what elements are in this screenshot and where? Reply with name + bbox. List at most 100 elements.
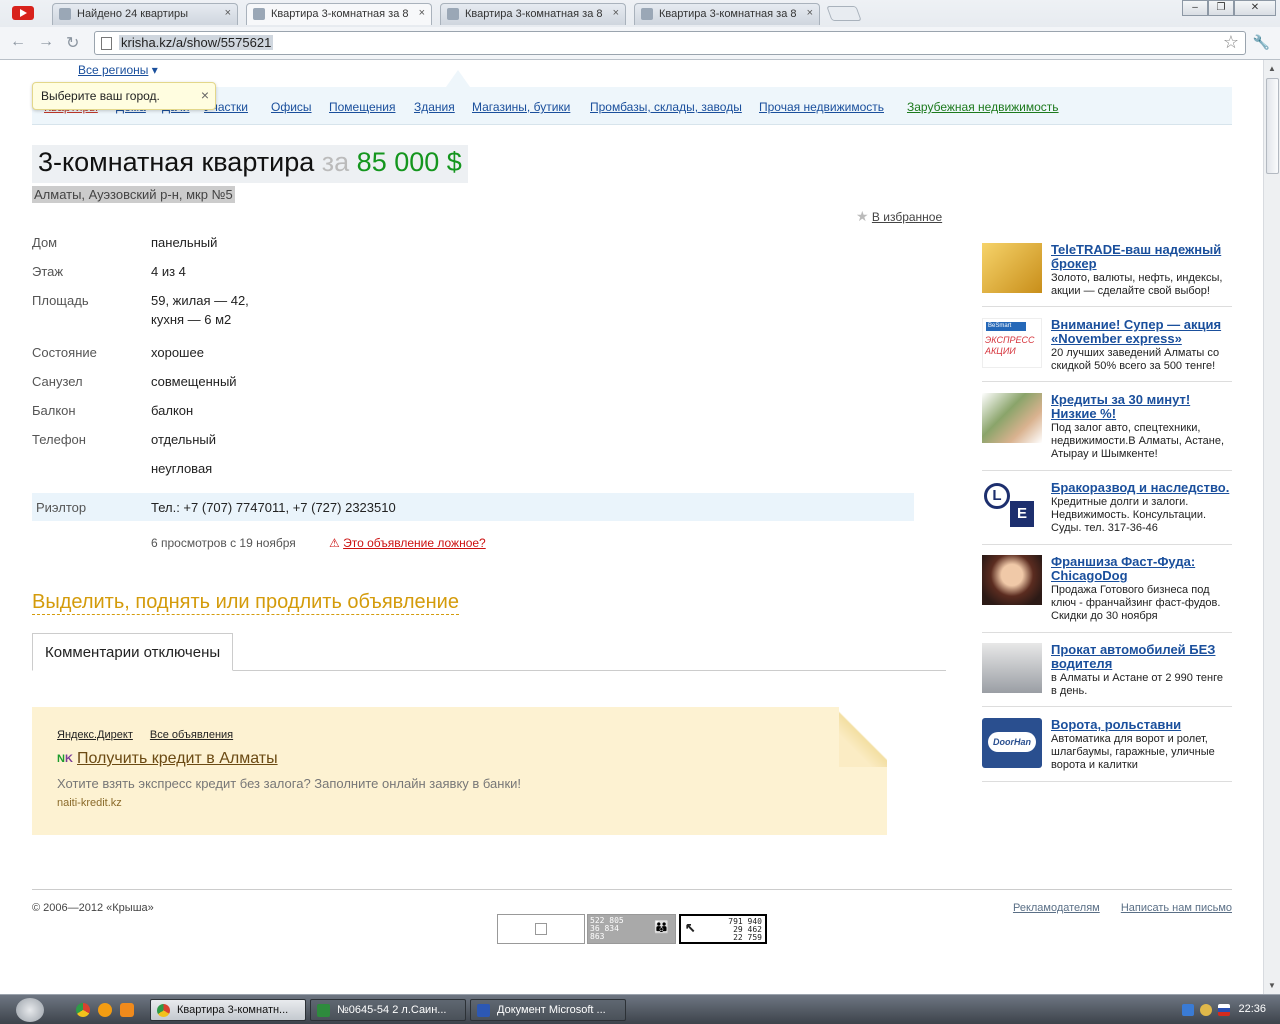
- city-tooltip: Выберите ваш город. ×: [32, 82, 216, 110]
- ad-item[interactable]: Прокат автомобилей БЕЗ водителя в Алматы…: [982, 643, 1232, 707]
- maximize-button[interactable]: ❐: [1208, 0, 1234, 16]
- prop-value-bathroom: совмещенный: [151, 374, 237, 389]
- money-hand-icon: [982, 393, 1042, 443]
- prop-value-condition: хорошее: [151, 345, 204, 360]
- mail-icon[interactable]: [98, 1003, 112, 1017]
- all-regions-link[interactable]: Все регионы: [78, 63, 148, 77]
- direct-ad-title[interactable]: Получить кредит в Алматы: [77, 750, 278, 768]
- network-icon[interactable]: [1182, 1004, 1194, 1016]
- start-button[interactable]: [16, 998, 44, 1022]
- nav-item-offices[interactable]: Офисы: [271, 100, 312, 114]
- copyright: © 2006—2012 «Крыша»: [32, 902, 154, 914]
- vertical-scrollbar[interactable]: ▲ ▼: [1263, 60, 1280, 994]
- ad-item[interactable]: Франшиза Фаст-Фуда: ChicagoDog Продажа Г…: [982, 555, 1232, 633]
- prop-label-bathroom: Санузел: [32, 374, 83, 389]
- forward-icon[interactable]: →: [38, 33, 54, 51]
- nav-item-premises[interactable]: Помещения: [329, 100, 395, 114]
- ad-item[interactable]: L E Бракоразвод и наследство. Кредитные …: [982, 481, 1232, 545]
- favorites-link[interactable]: В избранное: [872, 210, 942, 224]
- browser-tab-1[interactable]: Найдено 24 квартиры ×: [52, 3, 238, 25]
- document-icon: [477, 1004, 490, 1017]
- browser-tab-2[interactable]: Квартира 3-комнатная за 8 ×: [246, 3, 432, 25]
- yandex-direct-block: Яндекс.Директ Все объявления NK Получить…: [32, 707, 887, 835]
- nk-logo-icon: NK: [57, 753, 73, 765]
- promote-listing-link[interactable]: Выделить, поднять или продлить объявлени…: [32, 591, 459, 615]
- bookmark-star-icon[interactable]: ☆: [1223, 32, 1239, 53]
- close-icon[interactable]: ×: [613, 7, 619, 19]
- ad-item[interactable]: BeSmart ЭКСПРЕСС АКЦИИ Внимание! Супер —…: [982, 318, 1232, 382]
- address-bar[interactable]: krisha.kz/a/show/5575621 ☆: [94, 31, 1246, 55]
- house-icon: [447, 8, 459, 20]
- write-us-link[interactable]: Написать нам письмо: [1121, 902, 1232, 914]
- nav-pointer: [446, 70, 470, 87]
- footer-divider: [32, 889, 1232, 890]
- window-close-button[interactable]: ✕: [1234, 0, 1276, 16]
- taskbar-item-excel[interactable]: №0645-54 2 л.Саин...: [310, 999, 466, 1021]
- agent-icon[interactable]: [1200, 1004, 1212, 1016]
- scrollbar-thumb[interactable]: [1266, 78, 1279, 174]
- nav-item-other[interactable]: Прочая недвижимость: [759, 100, 884, 114]
- ad-item[interactable]: TeleTRADE-ваш надежный брокер Золото, ва…: [982, 243, 1232, 307]
- nav-item-buildings[interactable]: Здания: [414, 100, 455, 114]
- language-flag-icon[interactable]: [1218, 1004, 1230, 1016]
- youtube-icon[interactable]: [12, 6, 34, 20]
- back-icon[interactable]: ←: [10, 33, 26, 51]
- clock: 22:36: [1238, 1003, 1266, 1015]
- url-text[interactable]: krisha.kz/a/show/5575621: [119, 35, 274, 50]
- counter-badge-2[interactable]: 522 805 36 834 863 👪: [587, 914, 676, 944]
- star-icon: ★: [856, 208, 869, 224]
- footer-links: Рекламодателям Написать нам письмо: [995, 902, 1232, 914]
- ad-item[interactable]: Кредиты за 30 минут! Низкие %! Под залог…: [982, 393, 1232, 471]
- arrow-up-left-icon: ↖: [685, 916, 696, 937]
- system-tray: 22:36: [1140, 995, 1280, 1024]
- report-fake[interactable]: ⚠ Это объявление ложное?: [329, 536, 486, 550]
- law-logo-icon: L E: [982, 481, 1042, 531]
- prop-value-area-2: кухня — 6 м2: [151, 312, 232, 327]
- ad-item[interactable]: DoorHan Ворота, рольставни Автоматика дл…: [982, 718, 1232, 782]
- prop-label-floor: Этаж: [32, 264, 64, 279]
- close-icon[interactable]: ×: [807, 7, 813, 19]
- wrench-icon[interactable]: 🔧: [1253, 34, 1270, 51]
- taskbar-item-word[interactable]: Документ Microsoft ...: [470, 999, 626, 1021]
- new-tab-button[interactable]: [826, 6, 862, 21]
- page-curl-decoration: [839, 707, 887, 767]
- browser-tab-4[interactable]: Квартира 3-комнатная за 8 ×: [634, 3, 820, 25]
- nav-item-foreign[interactable]: Зарубежная недвижимость: [907, 100, 1059, 114]
- close-icon[interactable]: ×: [225, 7, 231, 19]
- direct-ad-url[interactable]: naiti-kredit.kz: [57, 797, 122, 809]
- tab-comments[interactable]: Комментарии отключены: [32, 633, 234, 671]
- direct-links: Яндекс.Директ Все объявления: [57, 729, 247, 741]
- advertisers-link[interactable]: Рекламодателям: [1013, 902, 1100, 914]
- region-selector[interactable]: Все регионы ▾: [78, 63, 158, 77]
- all-ads-link[interactable]: Все объявления: [150, 729, 233, 741]
- realtor-row: Риэлтор Тел.: +7 (707) 7747011, +7 (727)…: [32, 493, 914, 521]
- reload-icon[interactable]: ↻: [66, 33, 79, 53]
- car-key-icon: [982, 643, 1042, 693]
- report-fake-link[interactable]: Это объявление ложное?: [343, 536, 486, 550]
- prop-label-condition: Состояние: [32, 345, 97, 360]
- add-to-favorites[interactable]: ★ В избранное: [856, 208, 942, 225]
- browser-tab-3[interactable]: Квартира 3-комнатная за 8 ×: [440, 3, 626, 25]
- prop-value-phone: отдельный: [151, 432, 216, 447]
- nav-item-shops[interactable]: Магазины, бутики: [472, 100, 570, 114]
- chevron-down-icon: ▾: [151, 63, 158, 77]
- nav-item-industrial[interactable]: Промбазы, склады, заводы: [590, 100, 742, 114]
- close-icon[interactable]: ×: [201, 87, 209, 103]
- yandex-direct-link[interactable]: Яндекс.Директ: [57, 729, 133, 741]
- counter-badge-1[interactable]: [497, 914, 585, 944]
- odnoklassniki-icon[interactable]: [120, 1003, 134, 1017]
- browser-toolbar: ← → ↻ krisha.kz/a/show/5575621 ☆ 🔧: [0, 27, 1280, 59]
- people-icon: 👪: [654, 920, 669, 934]
- prop-value-floor: 4 из 4: [151, 264, 186, 279]
- scroll-down-icon[interactable]: ▼: [1268, 981, 1276, 990]
- counter-badge-3[interactable]: ↖ 791 940 29 462 22 759: [679, 914, 767, 944]
- close-icon[interactable]: ×: [419, 7, 425, 19]
- house-icon: [59, 8, 71, 20]
- scroll-up-icon[interactable]: ▲: [1268, 64, 1276, 73]
- listing-price: 85 000 $: [356, 147, 462, 177]
- chrome-icon[interactable]: [76, 1003, 90, 1017]
- house-icon: [641, 8, 653, 20]
- minimize-button[interactable]: ‒: [1182, 0, 1208, 16]
- prop-label-house: Дом: [32, 235, 58, 250]
- taskbar-item-browser[interactable]: Квартира 3-комнатн...: [150, 999, 306, 1021]
